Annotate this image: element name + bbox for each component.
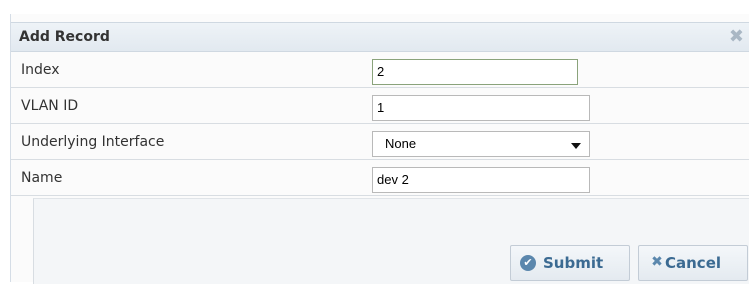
check-circle-icon: ✔ xyxy=(520,255,536,271)
vlan-id-input[interactable]: 1 xyxy=(372,95,590,121)
underlying-interface-value: None xyxy=(385,136,417,151)
cancel-button-label: Cancel xyxy=(665,254,722,272)
name-label: Name xyxy=(21,170,63,186)
x-icon: ✖ xyxy=(651,254,663,270)
close-icon[interactable]: ✖ xyxy=(729,26,744,48)
dialog-title: Add Record xyxy=(19,29,110,45)
cancel-button[interactable]: ✖ Cancel xyxy=(638,245,748,281)
underlying-interface-label: Underlying Interface xyxy=(21,134,165,150)
name-input[interactable]: dev 2 xyxy=(372,167,590,193)
form-row-underlying-interface: Underlying Interface None xyxy=(11,124,749,160)
dialog-footer: ✔ Submit ✖ Cancel xyxy=(33,198,749,284)
submit-button-label: Submit xyxy=(543,254,604,272)
add-record-dialog: Add Record ✖ Index 2 VLAN ID 1 Underlyin… xyxy=(10,14,749,284)
vlan-id-label: VLAN ID xyxy=(21,98,79,114)
index-input[interactable]: 2 xyxy=(372,59,578,85)
form-row-index: Index 2 xyxy=(11,52,749,88)
underlying-interface-select[interactable]: None xyxy=(372,131,590,157)
form-row-name: Name dev 2 xyxy=(11,160,749,196)
index-label: Index xyxy=(21,62,60,78)
dialog-titlebar: Add Record ✖ xyxy=(11,22,749,52)
dropdown-caret-icon xyxy=(571,143,581,149)
form-row-vlan-id: VLAN ID 1 xyxy=(11,88,749,124)
submit-button[interactable]: ✔ Submit xyxy=(510,245,630,281)
